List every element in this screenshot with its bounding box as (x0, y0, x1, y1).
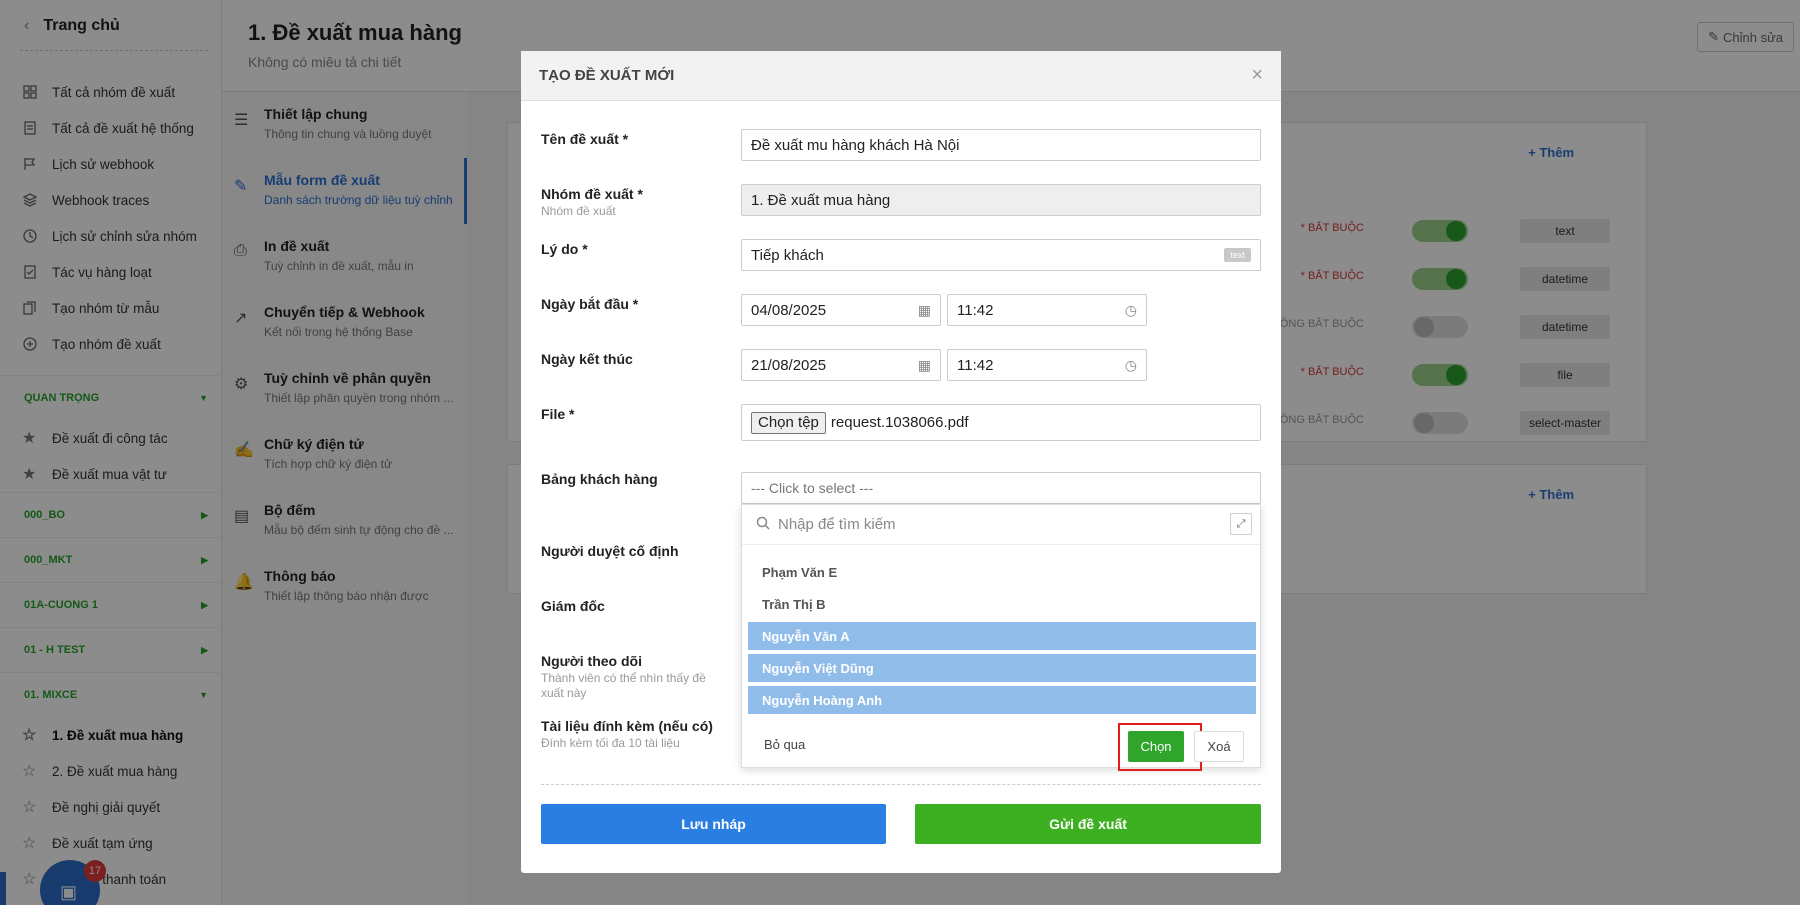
dropdown-options: Phạm Văn E Trần Thị B Nguyễn Văn A Nguyễ… (748, 558, 1256, 718)
modal-title: TẠO ĐỀ XUẤT MỚI (539, 67, 675, 84)
reason-input[interactable]: Tiếp khách text (741, 239, 1261, 271)
close-icon[interactable]: × (1251, 64, 1263, 87)
submit-request-button[interactable]: Gửi đề xuất (915, 804, 1261, 844)
dropdown-option-selected[interactable]: Nguyễn Việt Dũng (748, 654, 1256, 682)
customer-select[interactable]: --- Click to select --- (741, 472, 1261, 504)
skip-button[interactable]: Bỏ qua (764, 737, 805, 752)
expand-icon[interactable]: ⤢ (1230, 513, 1252, 535)
end-time-input[interactable]: 11:42 ◷ (947, 349, 1147, 381)
dropdown-option[interactable]: Trần Thị B (748, 590, 1256, 618)
save-draft-button[interactable]: Lưu nháp (541, 804, 886, 844)
calendar-icon: ▦ (917, 357, 931, 373)
search-icon (756, 516, 770, 534)
clock-icon: ◷ (1124, 357, 1137, 373)
file-name: request.1038066.pdf (830, 414, 969, 431)
divider (541, 784, 1261, 785)
file-input: Chọn tệp request.1038066.pdf (741, 404, 1261, 441)
choose-file-button[interactable]: Chọn tệp (751, 411, 826, 434)
request-group-input: 1. Đề xuất mua hàng (741, 184, 1261, 216)
modal-header: TẠO ĐỀ XUẤT MỚI × (521, 51, 1281, 101)
calendar-icon: ▦ (917, 302, 931, 318)
dropdown-search[interactable]: Nhập để tìm kiếm ⤢ (742, 505, 1260, 545)
clear-button[interactable]: Xoá (1194, 731, 1244, 762)
text-type-badge: text (1224, 248, 1251, 262)
dropdown-footer: Bỏ qua Chọn Xoá (742, 723, 1262, 771)
choose-button[interactable]: Chọn (1128, 731, 1184, 762)
dropdown-option-selected[interactable]: Nguyễn Hoàng Anh (748, 686, 1256, 714)
customer-dropdown: Nhập để tìm kiếm ⤢ Phạm Văn E Trần Thị B… (741, 504, 1262, 771)
clock-icon: ◷ (1124, 302, 1137, 318)
dropdown-option-selected[interactable]: Nguyễn Văn A (748, 622, 1256, 650)
dropdown-option[interactable]: Phạm Văn E (748, 558, 1256, 586)
start-time-input[interactable]: 11:42 ◷ (947, 294, 1147, 326)
request-name-input[interactable]: Đề xuất mu hàng khách Hà Nội (741, 129, 1261, 161)
search-placeholder: Nhập để tìm kiếm (778, 516, 896, 533)
end-date-input[interactable]: 21/08/2025 ▦ (741, 349, 941, 381)
start-date-input[interactable]: 04/08/2025 ▦ (741, 294, 941, 326)
